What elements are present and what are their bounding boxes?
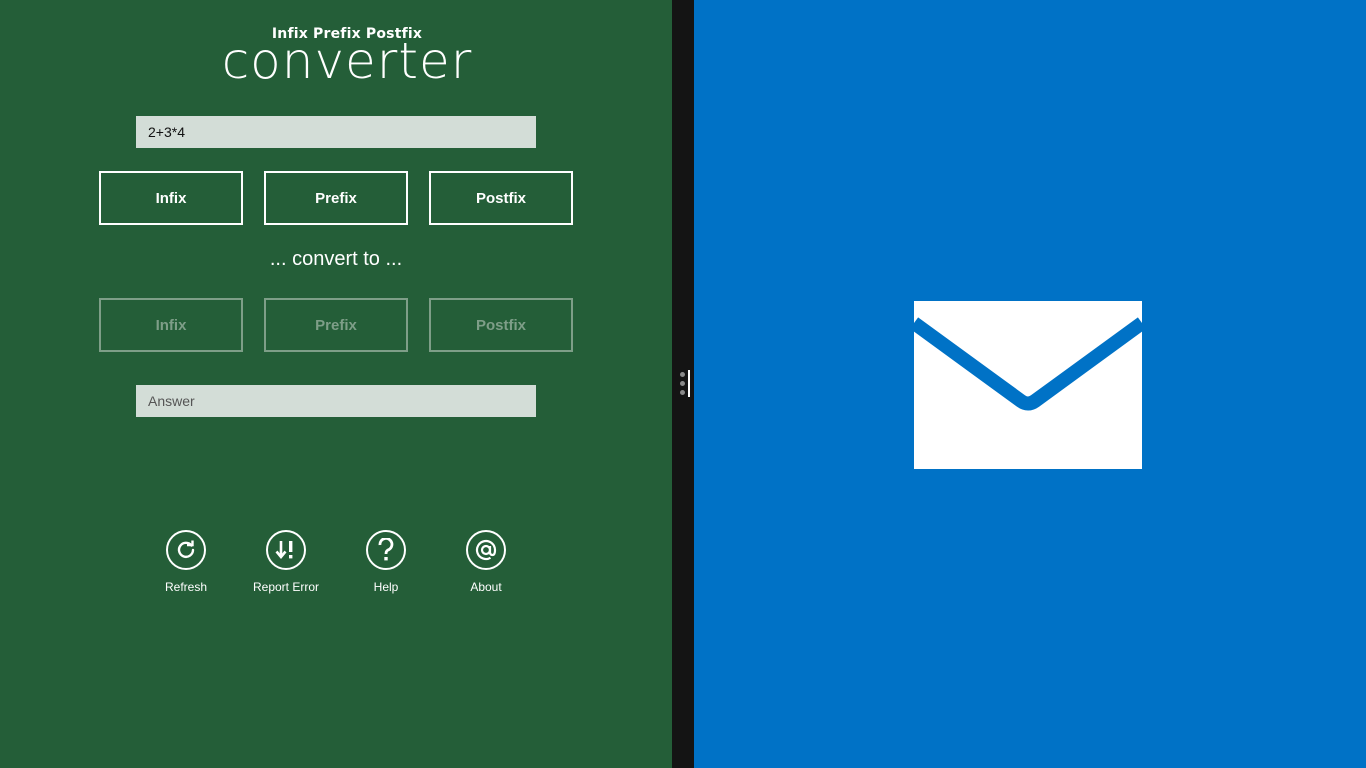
snap-divider[interactable] <box>672 0 694 768</box>
to-prefix-button[interactable]: Prefix <box>264 298 408 352</box>
converter-app-pane: Infix Prefix Postfix converter Infix Pre… <box>0 0 672 768</box>
at-icon <box>466 530 506 570</box>
mail-app-pane[interactable] <box>694 0 1366 768</box>
grip-handle[interactable] <box>688 370 690 397</box>
about-label: About <box>470 580 502 594</box>
help-label: Help <box>373 580 399 594</box>
convert-to-label: ... convert to ... <box>269 248 403 270</box>
mail-icon <box>914 301 1142 469</box>
about-button[interactable]: About <box>436 530 536 594</box>
grip-dot <box>680 372 685 377</box>
grip-dot <box>680 381 685 386</box>
from-infix-button[interactable]: Infix <box>99 171 243 225</box>
answer-field[interactable] <box>136 385 536 417</box>
refresh-label: Refresh <box>164 580 208 594</box>
report-error-icon <box>266 530 306 570</box>
help-icon <box>366 530 406 570</box>
refresh-icon <box>166 530 206 570</box>
refresh-button[interactable]: Refresh <box>136 530 236 594</box>
app-title: converter <box>221 32 473 90</box>
help-button[interactable]: Help <box>336 530 436 594</box>
report-error-label: Report Error <box>252 580 320 594</box>
report-error-button[interactable]: Report Error <box>236 530 336 594</box>
grip-dot <box>680 390 685 395</box>
from-prefix-button[interactable]: Prefix <box>264 171 408 225</box>
to-postfix-button[interactable]: Postfix <box>429 298 573 352</box>
expression-input[interactable] <box>136 116 536 148</box>
to-infix-button[interactable]: Infix <box>99 298 243 352</box>
from-postfix-button[interactable]: Postfix <box>429 171 573 225</box>
